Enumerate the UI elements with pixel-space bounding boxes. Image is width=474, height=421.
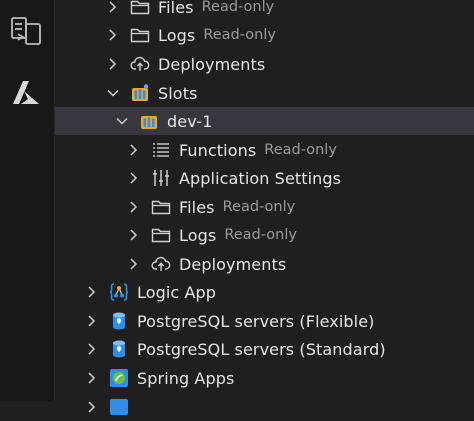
activity-bar	[0, 0, 55, 401]
tree-item-label: PostgreSQL servers (Flexible)	[137, 311, 375, 331]
folder-icon	[130, 28, 150, 43]
folder-icon	[130, 0, 150, 15]
cloud-upload-icon	[130, 56, 150, 71]
tree-item-partial[interactable]	[55, 393, 474, 421]
chevron-right-icon[interactable]	[127, 200, 141, 214]
tree-item-label: Application Settings	[179, 168, 342, 188]
chevron-down-icon[interactable]	[106, 86, 120, 100]
tree-item-files[interactable]: Files Read-only	[55, 0, 474, 21]
chevron-right-icon[interactable]	[85, 400, 99, 414]
chevron-right-icon[interactable]	[106, 28, 120, 42]
tree-item-label: Files	[179, 197, 215, 217]
tree-item-spring-apps[interactable]: Spring Apps	[55, 364, 474, 392]
tree-item-logs[interactable]: Logs Read-only	[55, 21, 474, 49]
tree-item-logs[interactable]: Logs Read-only	[55, 221, 474, 249]
tree-item-label: Spring Apps	[137, 368, 235, 388]
tree-item-label: Logs	[158, 25, 196, 45]
tree-item-label: Slots	[158, 83, 198, 103]
settings-sliders-icon	[153, 170, 169, 186]
tree-item-description: Read-only	[264, 142, 337, 158]
postgresql-icon	[113, 340, 125, 358]
tree-item-slots[interactable]: Slots	[55, 79, 474, 107]
tree-item-deployments[interactable]: Deployments	[55, 50, 474, 78]
tree-item-postgresql-standard[interactable]: PostgreSQL servers (Standard)	[55, 335, 474, 363]
tree-item-label: Deployments	[179, 254, 287, 274]
tree-item-deployments[interactable]: Deployments	[55, 250, 474, 278]
cloud-upload-icon	[151, 256, 171, 271]
resource-icon	[110, 399, 128, 415]
tree-item-files[interactable]: Files Read-only	[55, 193, 474, 221]
tree-item-functions[interactable]: Functions Read-only	[55, 136, 474, 164]
chevron-right-icon[interactable]	[127, 228, 141, 242]
remote-explorer-icon[interactable]	[9, 14, 43, 48]
resource-tree: Files Read-only Logs Read-only Deploymen…	[55, 0, 474, 415]
chevron-down-icon[interactable]	[115, 114, 129, 128]
tree-item-description: Read-only	[222, 199, 296, 215]
tree-item-description: Read-only	[203, 27, 276, 43]
folder-icon	[151, 200, 171, 215]
spring-apps-icon	[110, 369, 128, 387]
tree-item-description: Read-only	[224, 227, 297, 243]
tree-item-label: Logs	[179, 225, 217, 245]
tree-item-label: Logic App	[137, 282, 217, 302]
tree-item-label: dev-1	[167, 111, 213, 131]
chevron-right-icon[interactable]	[127, 257, 141, 271]
chevron-right-icon[interactable]	[106, 57, 120, 71]
chevron-right-icon[interactable]	[106, 0, 120, 14]
tree-item-logic-app[interactable]: Logic App	[55, 278, 474, 306]
chevron-right-icon[interactable]	[85, 285, 99, 299]
chevron-right-icon[interactable]	[127, 143, 141, 157]
azure-icon[interactable]	[9, 76, 43, 110]
list-icon	[153, 143, 169, 157]
tree-item-label: Functions	[179, 140, 257, 160]
tree-item-application-settings[interactable]: Application Settings	[55, 164, 474, 192]
folder-icon	[151, 228, 171, 243]
slot-icon	[141, 116, 157, 129]
tree-item-label: Files	[158, 0, 194, 17]
tree-item-description: Read-only	[201, 0, 275, 15]
logic-app-icon	[109, 283, 129, 301]
tree-item-dev-1[interactable]: dev-1	[55, 107, 474, 135]
chevron-right-icon[interactable]	[85, 314, 99, 328]
chevron-right-icon[interactable]	[85, 371, 99, 385]
tree-item-label: Deployments	[158, 54, 266, 74]
chevron-right-icon[interactable]	[85, 342, 99, 356]
tree-item-postgresql-flexible[interactable]: PostgreSQL servers (Flexible)	[55, 307, 474, 335]
slots-icon	[132, 84, 149, 101]
chevron-right-icon[interactable]	[127, 171, 141, 185]
postgresql-icon	[113, 312, 125, 330]
tree-item-label: PostgreSQL servers (Standard)	[137, 339, 386, 359]
